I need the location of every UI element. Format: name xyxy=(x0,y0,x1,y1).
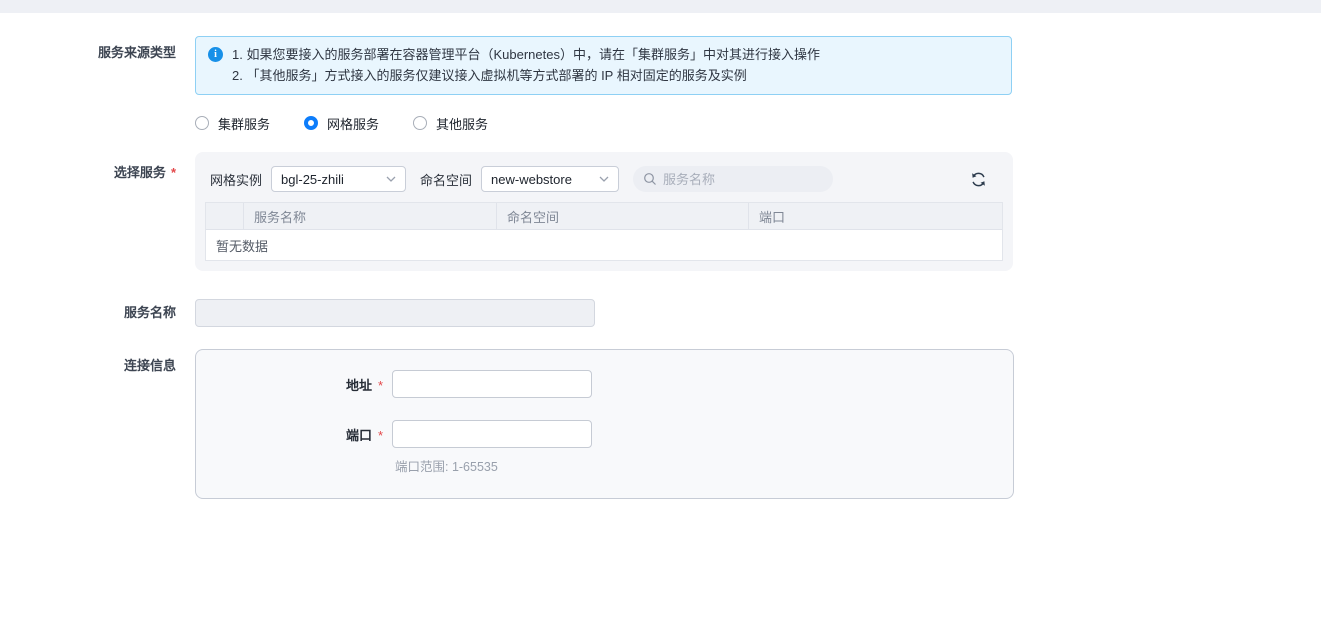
service-name-input xyxy=(195,299,595,327)
service-name-label: 服务名称 xyxy=(0,304,176,322)
chevron-down-icon xyxy=(386,176,396,182)
mesh-instance-select[interactable]: bgl-25-zhili xyxy=(271,166,406,192)
address-input[interactable] xyxy=(392,370,592,398)
service-access-form: 服务来源类型 i 1. 如果您要接入的服务部署在容器管理平台（Kubernete… xyxy=(0,13,1321,499)
refresh-button[interactable] xyxy=(970,171,987,188)
select-service-label: 选择服务* xyxy=(0,134,176,271)
table-header-select xyxy=(206,203,244,230)
mesh-instance-label: 网格实例 xyxy=(210,170,262,189)
address-label: 地址 xyxy=(196,375,372,394)
service-filter-row: 网格实例 bgl-25-zhili 命名空间 new-webstore xyxy=(210,166,1003,192)
table-header-service-name: 服务名称 xyxy=(244,203,497,230)
alert-line-1: 1. 如果您要接入的服务部署在容器管理平台（Kubernetes）中，请在「集群… xyxy=(232,44,820,65)
address-row: 地址 * xyxy=(196,370,1013,398)
radio-circle-icon xyxy=(195,116,209,130)
info-alert: i 1. 如果您要接入的服务部署在容器管理平台（Kubernetes）中，请在「… xyxy=(195,36,1012,95)
refresh-icon xyxy=(970,171,987,188)
service-search-box xyxy=(633,166,833,192)
required-asterisk: * xyxy=(378,428,383,443)
port-range-hint: 端口范围: 1-65535 xyxy=(395,456,1013,475)
radio-mesh-service[interactable]: 网格服务 xyxy=(304,114,379,133)
namespace-select[interactable]: new-webstore xyxy=(481,166,619,192)
table-header-namespace: 命名空间 xyxy=(497,203,749,230)
connection-panel: 地址 * 端口 * 端口范围: 1-65535 xyxy=(195,349,1014,499)
chevron-down-icon xyxy=(599,176,609,182)
alert-line-2: 2. 「其他服务」方式接入的服务仅建议接入虚拟机等方式部署的 IP 相对固定的服… xyxy=(232,65,820,86)
mesh-instance-value: bgl-25-zhili xyxy=(281,172,344,187)
service-table: 服务名称 命名空间 端口 暂无数据 xyxy=(205,202,1003,261)
service-search-input[interactable] xyxy=(663,172,839,187)
source-type-label: 服务来源类型 xyxy=(0,36,176,134)
table-empty-state: 暂无数据 xyxy=(206,230,1002,260)
radio-cluster-service-label: 集群服务 xyxy=(218,114,270,133)
radio-selected-circle-icon xyxy=(304,116,318,130)
radio-other-service-label: 其他服务 xyxy=(436,114,488,133)
info-icon: i xyxy=(208,47,223,62)
required-asterisk: * xyxy=(171,165,176,180)
source-type-radio-group: 集群服务 网格服务 其他服务 xyxy=(195,112,1012,134)
select-service-panel: 网格实例 bgl-25-zhili 命名空间 new-webstore xyxy=(195,152,1013,271)
form-row-source-type: 服务来源类型 i 1. 如果您要接入的服务部署在容器管理平台（Kubernete… xyxy=(0,36,1321,134)
radio-cluster-service[interactable]: 集群服务 xyxy=(195,114,270,133)
port-label: 端口 xyxy=(196,425,372,444)
form-row-select-service: 选择服务* 网格实例 bgl-25-zhili 命名空间 new-webstor… xyxy=(0,134,1321,271)
required-asterisk: * xyxy=(378,378,383,393)
connection-label: 连接信息 xyxy=(0,349,176,499)
table-header-port: 端口 xyxy=(749,203,1002,230)
port-row: 端口 * xyxy=(196,420,1013,448)
search-icon xyxy=(643,172,657,186)
radio-other-service[interactable]: 其他服务 xyxy=(413,114,488,133)
namespace-value: new-webstore xyxy=(491,172,572,187)
port-input[interactable] xyxy=(392,420,592,448)
form-row-service-name: 服务名称 xyxy=(0,299,1321,327)
namespace-label: 命名空间 xyxy=(420,170,472,189)
top-strip xyxy=(0,0,1321,13)
form-row-connection: 连接信息 地址 * 端口 * 端口范围: 1-65535 xyxy=(0,349,1321,499)
service-table-header: 服务名称 命名空间 端口 xyxy=(206,203,1002,230)
radio-circle-icon xyxy=(413,116,427,130)
radio-mesh-service-label: 网格服务 xyxy=(327,114,379,133)
